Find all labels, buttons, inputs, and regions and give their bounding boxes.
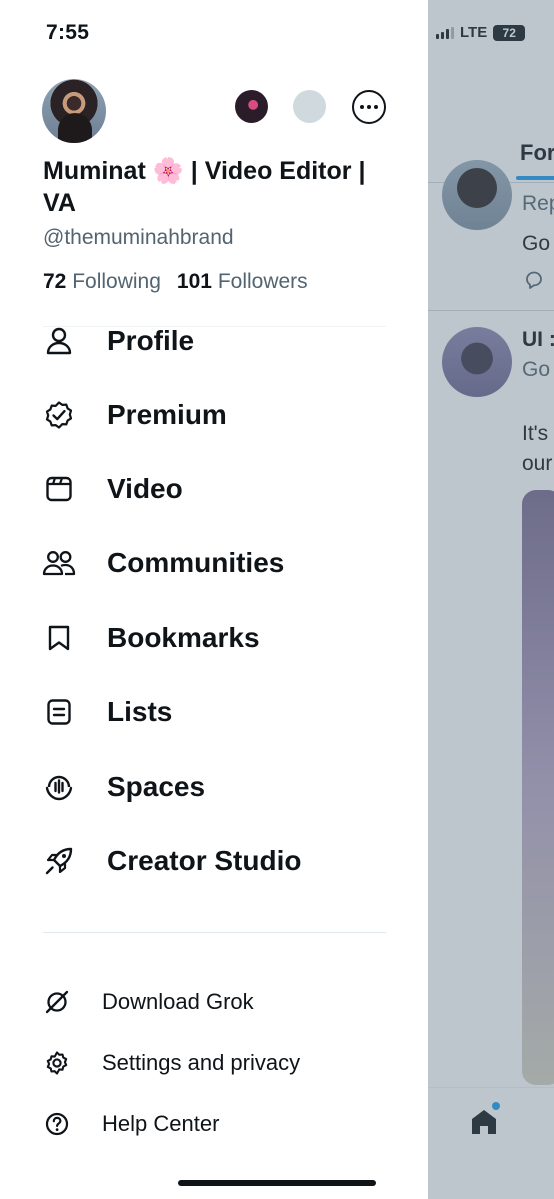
menu-item-help-center[interactable]: Help Center (42, 1107, 219, 1141)
menu-item-spaces[interactable]: Spaces (42, 767, 205, 807)
tweet-text: Go (522, 358, 551, 381)
follow-stats: 72 Following 101 Followers (43, 270, 308, 294)
menu-item-premium[interactable]: Premium (42, 395, 227, 435)
divider (43, 326, 386, 327)
menu-item-bookmarks[interactable]: Bookmarks (42, 618, 260, 658)
switch-account-avatar-placeholder[interactable] (293, 90, 326, 123)
menu-item-communities[interactable]: Communities (42, 543, 284, 583)
divider (43, 932, 386, 933)
dot-icon (374, 105, 378, 109)
tab-for-you[interactable]: For (520, 140, 554, 166)
dot-icon (360, 105, 364, 109)
person-icon (42, 324, 76, 358)
signal-icon (436, 26, 454, 39)
tweet-text: our (522, 452, 553, 475)
home-icon[interactable] (470, 1108, 498, 1136)
followers-count: 101 (176, 270, 212, 293)
timeline-background[interactable]: LTE 72 For Rep Go UI : Go It's our (428, 0, 554, 1199)
list-icon (42, 695, 76, 729)
following-label: Following (72, 270, 161, 293)
home-indicator[interactable] (178, 1180, 376, 1186)
reply-icon[interactable] (524, 270, 544, 290)
menu-label: Communities (107, 547, 285, 578)
tweet-text: Go (522, 232, 551, 255)
menu-label: Settings and privacy (102, 1050, 301, 1075)
following-count: 72 (43, 270, 67, 293)
tweet-text: It's (522, 422, 549, 445)
menu-label: Premium (107, 399, 227, 430)
menu-label: Help Center (102, 1111, 220, 1136)
display-name[interactable]: Muminat 🌸 | Video Editor | VA (43, 155, 393, 219)
tweet-text: Rep (522, 192, 554, 215)
network-type: LTE (460, 24, 488, 41)
more-accounts-button[interactable] (352, 90, 386, 124)
video-icon (42, 472, 76, 506)
dot-icon (367, 105, 371, 109)
battery-icon: 72 (493, 24, 526, 41)
followers-label: Followers (217, 270, 308, 293)
rocket-icon (42, 844, 76, 878)
help-icon (42, 1109, 72, 1139)
menu-item-lists[interactable]: Lists (42, 692, 172, 732)
status-time: 7:55 (46, 21, 90, 44)
tweet-avatar[interactable] (442, 327, 512, 397)
following-link[interactable]: 72 Following (43, 270, 161, 293)
navigation-drawer: 7:55 Muminat 🌸 | Video Editor | VA @them… (0, 0, 428, 1199)
user-handle: @themuminahbrand (43, 226, 234, 249)
grok-icon (42, 987, 72, 1017)
tweet-avatar[interactable] (442, 160, 512, 230)
followers-link[interactable]: 101 Followers (177, 270, 308, 293)
menu-label: Creator Studio (107, 845, 302, 876)
menu-label: Spaces (107, 771, 206, 802)
menu-label: Bookmarks (107, 622, 260, 653)
spaces-icon (42, 770, 76, 804)
bottom-tab-bar (428, 1087, 554, 1199)
bookmark-icon (42, 621, 76, 655)
menu-label: Lists (107, 696, 173, 727)
menu-label: Download Grok (102, 989, 254, 1014)
notification-dot (492, 1102, 500, 1110)
menu-item-download-grok[interactable]: Download Grok (42, 985, 254, 1019)
menu-label: Profile (107, 325, 195, 356)
tab-indicator (516, 176, 554, 180)
menu-item-settings-privacy[interactable]: Settings and privacy (42, 1046, 300, 1080)
status-indicators: LTE 72 (436, 24, 526, 41)
gear-icon (42, 1048, 72, 1078)
profile-avatar[interactable] (42, 79, 106, 143)
menu-item-creator-studio[interactable]: Creator Studio (42, 841, 301, 881)
menu-item-profile[interactable]: Profile (42, 321, 194, 361)
communities-icon (42, 546, 76, 580)
divider (428, 310, 554, 311)
menu-label: Video (107, 473, 183, 504)
tweet-author: UI : (522, 328, 554, 351)
switch-account-avatar[interactable] (235, 90, 268, 123)
menu-item-video[interactable]: Video (42, 469, 183, 509)
tweet-media[interactable] (522, 490, 554, 1085)
verified-badge-icon (42, 398, 76, 432)
